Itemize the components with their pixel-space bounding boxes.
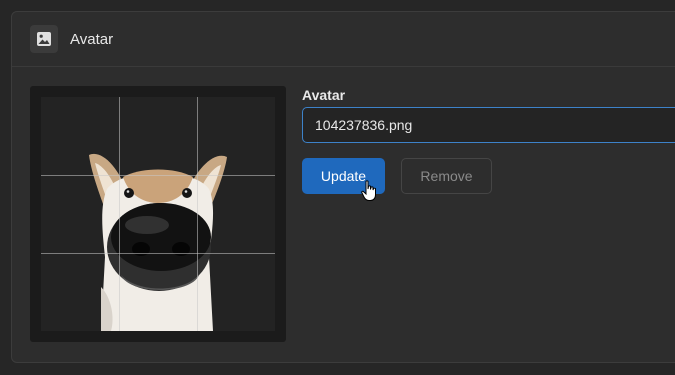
- hand-cursor-icon: [361, 180, 379, 207]
- crop-grid-line: [197, 97, 198, 331]
- crop-area[interactable]: [41, 97, 275, 331]
- crop-grid-line: [41, 253, 275, 254]
- image-icon: [30, 25, 58, 53]
- panel-header: Avatar: [12, 12, 675, 67]
- remove-button[interactable]: Remove: [401, 158, 492, 194]
- panel-title: Avatar: [70, 31, 114, 48]
- crop-grid-line: [41, 175, 275, 176]
- crop-grid-line: [119, 97, 120, 331]
- avatar-image: [41, 97, 275, 331]
- avatar-field-label: Avatar: [302, 87, 346, 103]
- avatar-file-input[interactable]: 104237836.png: [302, 107, 675, 143]
- avatar-panel: Avatar Avatar 104237836.png Update Remov…: [11, 11, 675, 363]
- avatar-cropper: [30, 86, 286, 342]
